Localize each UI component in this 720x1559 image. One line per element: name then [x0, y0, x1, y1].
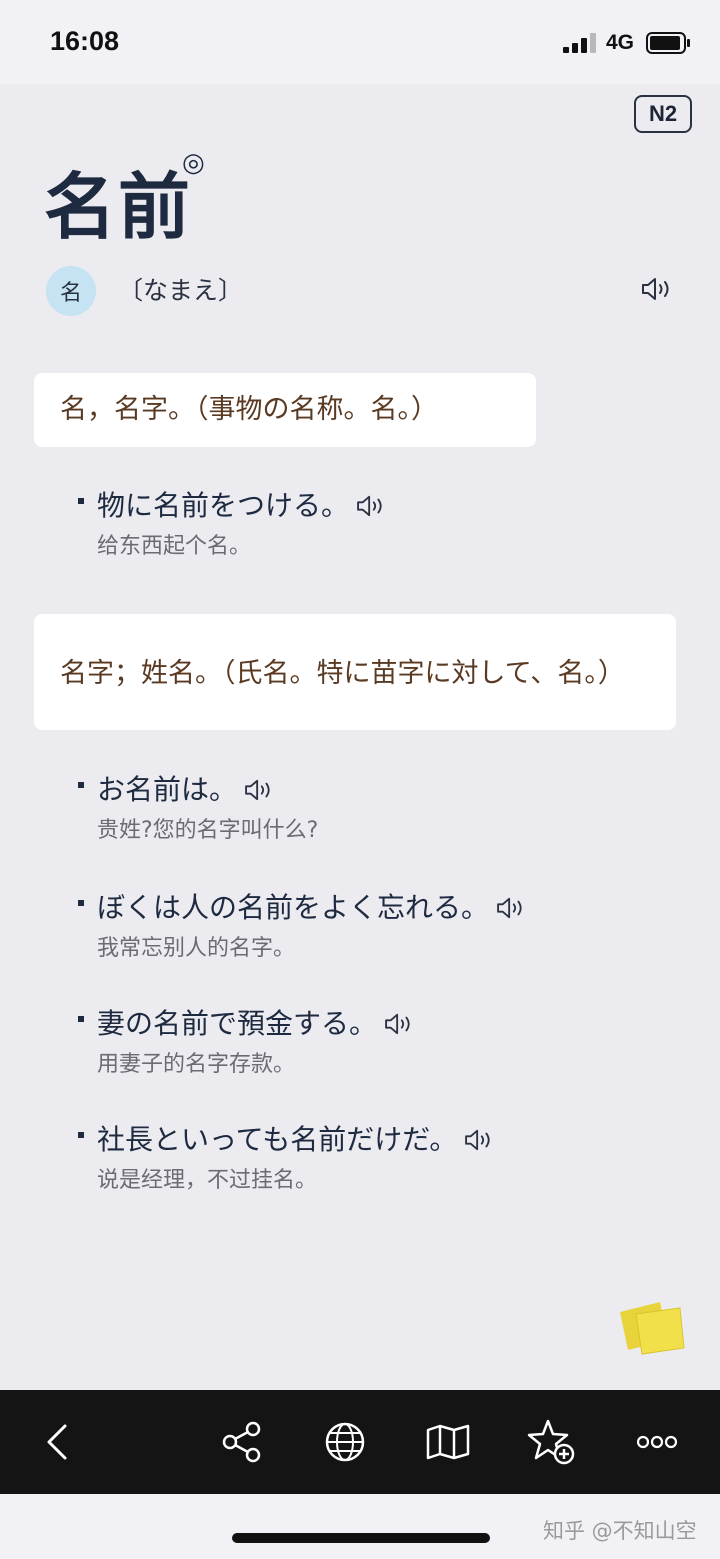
sticky-note-icon[interactable]: [616, 1298, 688, 1358]
example-speaker-icon[interactable]: [463, 1126, 495, 1151]
example-japanese: ぼくは人の名前をよく忘れる。: [97, 891, 490, 924]
definition-1: 名，名字。（事物の名称。名。）: [34, 373, 536, 447]
example-item: お名前は。 贵姓?您的名字叫什么?: [78, 768, 318, 844]
more-icon[interactable]: [627, 1412, 687, 1472]
battery-icon: [646, 32, 690, 54]
network-label: 4G: [606, 31, 635, 54]
bullet: [78, 782, 84, 788]
bullet: [78, 1016, 84, 1022]
status-time: 16:08: [50, 26, 120, 56]
example-speaker-icon[interactable]: [243, 776, 275, 801]
watermark: 知乎 @不知山空: [543, 1519, 697, 1543]
example-japanese: 妻の名前で預金する。: [97, 1007, 378, 1040]
accent-mark: ◎: [182, 148, 205, 178]
bottom-toolbar: [0, 1390, 720, 1494]
definition-2-text: 名字；姓名。（氏名。特に苗字に対して、名。）: [60, 658, 625, 689]
bullet: [78, 1132, 84, 1138]
status-bar: 16:08 4G: [0, 0, 720, 84]
add-favorite-icon[interactable]: [522, 1412, 582, 1472]
bullet: [78, 900, 84, 906]
definition-2: 名字；姓名。（氏名。特に苗字に対して、名。）: [34, 614, 676, 730]
example-chinese: 给东西起个名。: [97, 534, 252, 559]
bullet: [78, 498, 84, 504]
example-chinese: 说是经理，不过挂名。: [97, 1168, 318, 1193]
signal-icon: [563, 33, 596, 53]
pronunciation-speaker-icon[interactable]: [640, 276, 674, 302]
example-japanese: お名前は。: [97, 773, 238, 806]
home-indicator[interactable]: [232, 1533, 490, 1543]
back-icon[interactable]: [28, 1412, 88, 1472]
example-chinese: 我常忘别人的名字。: [97, 936, 296, 961]
example-speaker-icon[interactable]: [383, 1010, 415, 1035]
example-chinese: 用妻子的名字存款。: [97, 1052, 296, 1077]
example-item: 社長といっても名前だけだ。 说是经理，不过挂名。: [78, 1118, 495, 1194]
example-item: 妻の名前で預金する。 用妻子的名字存款。: [78, 1002, 415, 1078]
share-icon[interactable]: [212, 1412, 272, 1472]
example-japanese: 物に名前をつける。: [97, 489, 350, 522]
globe-icon[interactable]: [315, 1412, 375, 1472]
example-japanese: 社長といっても名前だけだ。: [97, 1123, 458, 1156]
jlpt-level-badge: N2: [634, 95, 692, 133]
example-item: 物に名前をつける。 给东西起个名。: [78, 484, 387, 560]
part-of-speech-badge: 名: [46, 266, 96, 316]
map-icon[interactable]: [418, 1412, 478, 1472]
example-speaker-icon[interactable]: [355, 492, 387, 517]
reading: 〔なまえ〕: [118, 276, 244, 305]
example-speaker-icon[interactable]: [495, 894, 527, 919]
example-item: ぼくは人の名前をよく忘れる。 我常忘别人的名字。: [78, 886, 527, 962]
example-chinese: 贵姓?您的名字叫什么?: [97, 818, 319, 843]
word-title: 名前: [44, 164, 193, 249]
